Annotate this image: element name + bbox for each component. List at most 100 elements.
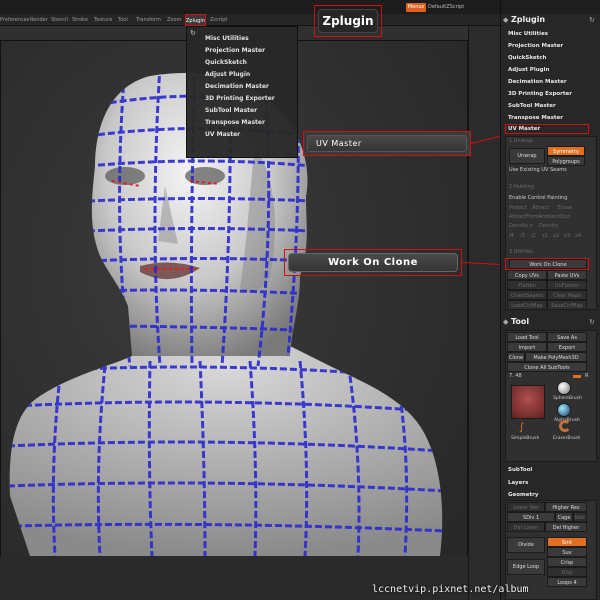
rstr-button[interactable]: Rstr: [573, 512, 587, 522]
menu-stencil[interactable]: Stencil: [51, 14, 68, 26]
tool-panel-title[interactable]: Tool: [511, 316, 529, 328]
dd-projection-master[interactable]: Projection Master: [205, 45, 265, 56]
edge-loop-button[interactable]: Edge Loop: [507, 559, 545, 575]
dd-misc-utilities[interactable]: Misc Utilities: [205, 33, 249, 44]
use-existing-seams[interactable]: Use Existing UV Seams: [509, 166, 567, 175]
menu-tool[interactable]: Tool: [118, 14, 128, 26]
refresh-icon[interactable]: ↻: [589, 14, 595, 26]
zplugin-panel-title[interactable]: Zplugin: [511, 14, 545, 26]
del-lower-button[interactable]: Del Lower: [507, 522, 545, 532]
smt-toggle[interactable]: Smt: [547, 537, 587, 547]
density-value-4[interactable]: x1: [542, 232, 548, 241]
menus-toggle-button[interactable]: Menus: [406, 3, 426, 12]
menu-texture[interactable]: Texture: [94, 14, 112, 26]
sphere-brush-thumbnail[interactable]: [557, 381, 571, 395]
tool-refresh-icon[interactable]: ↻: [589, 316, 595, 328]
checkseams-button[interactable]: CheckSeams: [507, 290, 547, 300]
attract-button[interactable]: Attract: [532, 204, 549, 213]
eraser-brush-icon[interactable]: [559, 420, 571, 432]
load-ctrl-map-button[interactable]: LoadCtrlMap: [507, 300, 547, 310]
divide-button[interactable]: Divide: [507, 537, 545, 553]
panel-misc-utilities[interactable]: Misc Utilities: [508, 30, 548, 39]
panel-subtool-master[interactable]: SubTool Master: [508, 102, 556, 111]
viewport-right-shelf: [468, 26, 500, 600]
r-button[interactable]: R: [585, 372, 588, 381]
alpha-brush-thumbnail[interactable]: [557, 403, 571, 417]
density-value-2[interactable]: /3: [520, 232, 525, 241]
export-button[interactable]: Export: [547, 342, 587, 352]
menu-render[interactable]: Render: [30, 14, 48, 26]
tool-pin-icon[interactable]: ◆: [503, 316, 508, 328]
make-polymesh-button[interactable]: Make PolyMesh3D: [525, 352, 587, 362]
geometry-subpalette[interactable]: Geometry: [508, 491, 538, 500]
dd-transpose-master[interactable]: Transpose Master: [205, 117, 265, 128]
save-ctrl-map-button[interactable]: SaveCtrlMap: [547, 300, 587, 310]
load-tool-button[interactable]: Load Tool: [507, 332, 547, 342]
higher-res-button[interactable]: Higher Res: [545, 502, 587, 512]
enable-control-painting[interactable]: Enable Control Painting: [509, 194, 567, 203]
save-as-button[interactable]: Save As: [547, 332, 587, 342]
panel-3d-printing[interactable]: 3D Printing Exporter: [508, 90, 572, 99]
protect-button[interactable]: Protect: [509, 204, 527, 213]
density-value-6[interactable]: x3: [564, 232, 570, 241]
panel-transpose-master[interactable]: Transpose Master: [508, 114, 563, 123]
crisp-toggle[interactable]: Crisp: [547, 557, 587, 567]
pin-icon[interactable]: ◆: [503, 14, 508, 26]
menu-stroke[interactable]: Stroke: [72, 14, 88, 26]
density-value-1[interactable]: /4: [509, 232, 514, 241]
flatten-button[interactable]: Flatten: [507, 280, 547, 290]
sphere-brush-label: SphereBrush: [553, 396, 582, 401]
menu-zscript[interactable]: Zscript: [210, 14, 227, 26]
refresh-icon[interactable]: ↻: [190, 29, 198, 37]
zplugin-callout-label: Zplugin: [318, 9, 378, 33]
subtool-subpalette[interactable]: SubTool: [508, 466, 532, 475]
symmetry-toggle[interactable]: Symmetry: [547, 146, 585, 156]
unflatten-button[interactable]: UnFlatten: [547, 280, 587, 290]
right-tray: ◆ Zplugin ↻ Misc Utilities Projection Ma…: [500, 0, 600, 600]
disp-toggle[interactable]: Disp: [547, 567, 587, 577]
current-tool-thumbnail[interactable]: [511, 385, 545, 419]
tool-slider-fill[interactable]: [573, 375, 581, 378]
density-value-5[interactable]: x2: [553, 232, 559, 241]
polygroups-toggle[interactable]: Polygroups: [547, 156, 585, 166]
cage-button[interactable]: Cage: [555, 512, 573, 522]
clone-button[interactable]: Clone: [507, 352, 525, 362]
default-zscript-label[interactable]: DefaultZScript: [428, 3, 464, 12]
simple-brush-icon[interactable]: ∫: [519, 422, 524, 433]
lower-res-button[interactable]: Lower Res: [507, 502, 545, 512]
dd-quicksketch[interactable]: QuickSketch: [205, 57, 247, 68]
dd-subtool-master[interactable]: SubTool Master: [205, 105, 257, 116]
menu-zoom[interactable]: Zoom: [167, 14, 181, 26]
unwrap-button[interactable]: Unwrap: [509, 148, 545, 164]
erase-button[interactable]: Erase: [558, 204, 572, 213]
menu-preferences[interactable]: Preferences: [0, 14, 29, 26]
zplugin-callout: Zplugin: [314, 5, 382, 37]
dd-adjust-plugin[interactable]: Adjust Plugin: [205, 69, 250, 80]
dd-3d-printing[interactable]: 3D Printing Exporter: [205, 93, 275, 104]
menu-zplugin[interactable]: Zplugin: [185, 14, 206, 26]
suv-toggle[interactable]: Suv: [547, 547, 587, 557]
copy-uvs-button[interactable]: Copy UVs: [507, 270, 547, 280]
density-value-3[interactable]: /2: [531, 232, 536, 241]
panel-decimation-master[interactable]: Decimation Master: [508, 78, 567, 87]
clone-all-subtools-button[interactable]: Clone All SubTools: [507, 362, 587, 372]
eraser-brush-label: EraserBrush: [553, 436, 581, 441]
density-value-7[interactable]: x4: [575, 232, 581, 241]
layers-subpalette[interactable]: Layers: [508, 479, 528, 488]
del-higher-button[interactable]: Del Higher: [545, 522, 587, 532]
panel-projection-master[interactable]: Projection Master: [508, 42, 563, 51]
uv-master-callout: UV Master: [303, 131, 471, 156]
panel-quicksketch[interactable]: QuickSketch: [508, 54, 546, 63]
panel-adjust-plugin[interactable]: Adjust Plugin: [508, 66, 549, 75]
dd-decimation-master[interactable]: Decimation Master: [205, 81, 269, 92]
menu-transform[interactable]: Transform: [136, 14, 161, 26]
sdiv-slider[interactable]: SDiv 1: [507, 512, 555, 522]
painting-section-label: 2 Painting: [509, 184, 534, 190]
dd-uv-master[interactable]: UV Master: [205, 129, 240, 140]
import-button[interactable]: Import: [507, 342, 547, 352]
paste-uvs-button[interactable]: Paste UVs: [547, 270, 587, 280]
clear-maps-button[interactable]: Clear Maps: [547, 290, 587, 300]
loops-slider[interactable]: Loops 4: [547, 577, 587, 587]
tool-size-value[interactable]: 7. 48: [509, 372, 522, 381]
attract-ambient-button[interactable]: AttractFromAmbientOccl: [509, 213, 570, 222]
